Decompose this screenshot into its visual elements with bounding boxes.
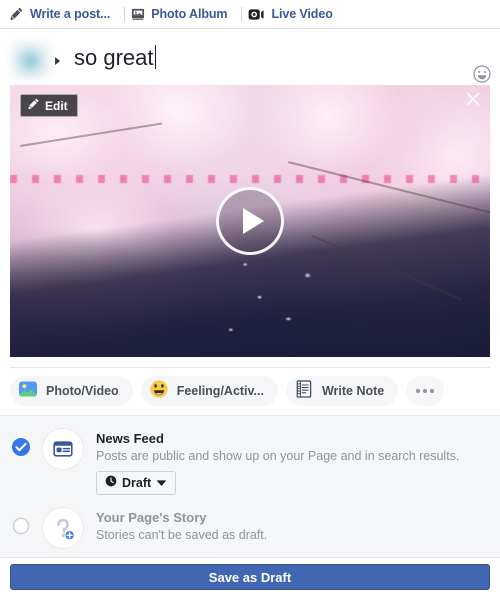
tab-write-a-post[interactable]: Write a post... [8, 0, 120, 28]
tab-photo-album[interactable]: Photo Album [129, 0, 237, 28]
add-story-icon [42, 507, 84, 549]
video-preview[interactable]: Edit [10, 85, 490, 357]
news-feed-subtitle: Posts are public and show up on your Pag… [96, 449, 460, 463]
clock-icon [105, 474, 117, 492]
write-note-button[interactable]: Write Note [285, 376, 399, 406]
photo-video-label: Photo/Video [46, 384, 119, 398]
destination-news-feed[interactable]: News Feed Posts are public and show up o… [0, 428, 500, 495]
save-as-draft-button[interactable]: Save as Draft [10, 564, 490, 590]
tab-divider [241, 6, 243, 22]
play-icon[interactable] [216, 187, 284, 255]
schedule-draft-dropdown[interactable]: Draft [96, 471, 177, 495]
feeling-activity-icon [149, 379, 169, 404]
schedule-draft-label: Draft [122, 476, 152, 490]
tab-divider [124, 6, 126, 22]
composer-tab-bar: Write a post... Photo Album Live Video [0, 0, 500, 29]
destination-panel: News Feed Posts are public and show up o… [0, 415, 500, 557]
post-text-value: so great [74, 45, 154, 70]
post-composer-dialog: Write a post... Photo Album Live Video s… [0, 0, 500, 598]
post-text-input[interactable]: so great [74, 45, 156, 71]
radio-news-feed-selected[interactable] [12, 438, 30, 456]
pencil-icon [28, 97, 40, 115]
ellipsis-icon [416, 389, 435, 393]
tab-write-a-post-label: Write a post... [30, 7, 111, 21]
news-feed-title: News Feed [96, 431, 164, 446]
text-cursor [154, 45, 156, 69]
tab-live-video-label: Live Video [271, 7, 333, 21]
close-icon[interactable] [465, 91, 481, 107]
page-story-body: Your Page's Story Stories can't be saved… [96, 507, 267, 544]
page-story-title: Your Page's Story [96, 510, 207, 525]
write-note-icon [294, 379, 314, 404]
chevron-down-icon [156, 474, 167, 492]
attachment-actions-row: Photo/Video Feeling/Activ... Write Note [10, 367, 490, 415]
feeling-activity-label: Feeling/Activ... [176, 384, 264, 398]
tab-live-video[interactable]: Live Video [246, 0, 342, 28]
radio-page-story-unselected[interactable] [12, 517, 30, 535]
photo-video-button[interactable]: Photo/Video [10, 376, 133, 406]
photo-video-icon [18, 379, 38, 404]
pencil-icon [10, 7, 24, 21]
photo-album-icon [131, 8, 145, 21]
avatar [10, 41, 52, 79]
decorative-lanterns [10, 174, 490, 183]
feeling-activity-button[interactable]: Feeling/Activ... [140, 376, 278, 406]
play-triangle [242, 208, 264, 234]
more-options-button[interactable] [406, 376, 445, 406]
emoji-smiley-icon[interactable] [473, 65, 491, 83]
composer-area[interactable]: so great [0, 29, 500, 85]
destination-page-story[interactable]: Your Page's Story Stories can't be saved… [0, 507, 500, 549]
edit-media-label: Edit [45, 98, 68, 113]
live-video-icon [248, 8, 265, 21]
dialog-footer: Save as Draft [0, 557, 500, 598]
chevron-down-icon[interactable] [55, 57, 60, 65]
tab-photo-album-label: Photo Album [151, 7, 228, 21]
page-story-subtitle: Stories can't be saved as draft. [96, 528, 268, 542]
write-note-label: Write Note [321, 384, 385, 398]
edit-media-button[interactable]: Edit [20, 94, 78, 117]
news-feed-body: News Feed Posts are public and show up o… [96, 428, 459, 495]
news-feed-icon [42, 428, 84, 470]
